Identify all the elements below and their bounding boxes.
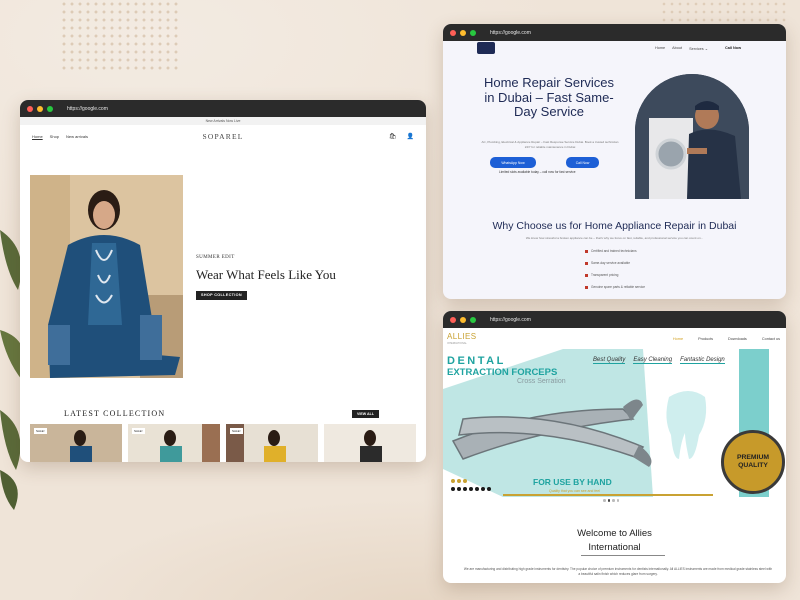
close-window-button[interactable]	[27, 105, 33, 112]
feature-label: Best Quality	[593, 357, 626, 364]
check-icon	[585, 273, 588, 277]
address-bar[interactable]: https://google.com	[67, 106, 108, 112]
banner-title-dental: DENTAL	[447, 355, 506, 367]
technician-image	[635, 74, 749, 199]
banner-quality-line: Quality that you can see and feel	[549, 489, 600, 493]
nav-link-home[interactable]: Home	[673, 337, 683, 341]
cart-icon[interactable]: 🛍	[389, 133, 397, 140]
nav-link-shop[interactable]: Shop	[50, 134, 59, 139]
premium-quality-badge: PREMIUM QUALITY	[721, 430, 785, 494]
nav-link-about[interactable]: About	[672, 46, 682, 51]
dot-pattern	[60, 0, 180, 70]
why-choose-subtitle: We know how stressful a broken appliance…	[525, 236, 704, 240]
hero-title: Wear What Feels Like You	[196, 267, 336, 282]
call-now-link[interactable]: Call Now	[725, 46, 741, 50]
maximize-window-button[interactable]	[470, 29, 476, 36]
hero-banner: DENTAL EXTRACTION FORCEPS Cross Serratio…	[443, 349, 786, 497]
heading-underline	[581, 555, 665, 556]
close-window-button[interactable]	[450, 316, 456, 323]
window-titlebar: https://google.com	[443, 311, 786, 328]
banner-title-forceps: EXTRACTION FORCEPS	[447, 367, 558, 378]
account-icon[interactable]: 👤	[407, 133, 414, 140]
browser-window-home-repair: https://google.com Home About Services ⌄…	[443, 24, 786, 299]
sale-badge: SALE!	[34, 428, 47, 434]
hero-text: SUMMER EDIT Wear What Feels Like You SHO…	[196, 255, 336, 301]
why-choose-title: Why Choose us for Home Appliance Repair …	[492, 220, 737, 232]
product-thumbnails: SALE! SALE! SALE!	[30, 424, 416, 462]
check-icon	[585, 249, 588, 253]
site-header: Home About Services ⌄ Call Now	[443, 41, 786, 55]
banner-features: Best Quality Easy Cleaning Fantastic Des…	[593, 357, 725, 364]
carousel-dot[interactable]	[612, 499, 615, 502]
nav-link-home[interactable]: Home	[32, 134, 43, 139]
nav-link-products[interactable]: Products	[698, 337, 713, 341]
minimize-window-button[interactable]	[460, 29, 466, 36]
site-logo[interactable]: SOPAREL	[202, 132, 243, 141]
hero-subtitle: AC, Plumbing, Electrical & Appliance Rep…	[481, 140, 619, 149]
check-icon	[585, 261, 588, 265]
close-window-button[interactable]	[450, 29, 456, 36]
product-card[interactable]	[324, 424, 416, 462]
window-titlebar: https://google.com	[20, 100, 426, 117]
site-logo[interactable]	[477, 42, 495, 54]
whatsapp-button[interactable]: WhatsApp Now	[490, 157, 536, 168]
site-logo[interactable]: ALLIES	[447, 332, 477, 341]
address-bar[interactable]: https://google.com	[490, 30, 531, 36]
feature-item: Genuine spare parts & reliable service	[585, 285, 645, 289]
sale-badge: SALE!	[132, 428, 145, 434]
nav-link-downloads[interactable]: Downloads	[728, 337, 747, 341]
address-bar[interactable]: https://google.com	[490, 317, 531, 323]
carousel-dot[interactable]	[603, 499, 606, 502]
minimize-window-button[interactable]	[460, 316, 466, 323]
call-now-button[interactable]: Call Now	[566, 157, 599, 168]
shop-collection-button[interactable]: SHOP COLLECTION	[196, 290, 247, 300]
site-logo-subtitle: INTERNATIONAL	[447, 342, 467, 345]
banner-for-use: FOR USE BY HAND	[533, 477, 612, 487]
product-card[interactable]: SALE!	[30, 424, 122, 462]
sale-badge: SALE!	[230, 428, 243, 434]
feature-item: Certified and trained technicians	[585, 249, 637, 253]
product-card[interactable]: SALE!	[128, 424, 220, 462]
feature-item: Transparent pricing	[585, 273, 618, 277]
nav-link-new-arrivals[interactable]: New arrivals	[66, 134, 88, 139]
window-titlebar: https://google.com	[443, 24, 786, 41]
site-header: ALLIES INTERNATIONAL Home Products Downl…	[443, 328, 786, 350]
nav-link-home[interactable]: Home	[655, 46, 665, 51]
maximize-window-button[interactable]	[47, 105, 53, 112]
check-icon	[585, 285, 588, 289]
hero-eyebrow: SUMMER EDIT	[196, 255, 235, 260]
browser-window-allies: https://google.com ALLIES INTERNATIONAL …	[443, 311, 786, 583]
urgency-note: Limited slots available today – call now…	[499, 170, 576, 174]
banner-subtitle: Cross Serration	[517, 378, 566, 385]
welcome-heading: Welcome to Allies International	[577, 528, 652, 553]
browser-window-soparel: https://google.com New Arrivals Now Live…	[20, 100, 426, 462]
carousel-dot[interactable]	[616, 499, 619, 502]
feature-label: Easy Cleaning	[633, 357, 673, 364]
site-header: Home Shop New arrivals SOPAREL 🛍 👤	[20, 125, 426, 147]
view-all-button[interactable]: VIEW ALL	[352, 410, 380, 418]
carousel-dot[interactable]	[607, 499, 610, 502]
minimize-window-button[interactable]	[37, 105, 43, 112]
welcome-body: We are manufacturing and distributing hi…	[463, 567, 773, 576]
latest-collection-title: LATEST COLLECTION	[64, 409, 166, 418]
product-card[interactable]: SALE!	[226, 424, 318, 462]
feature-item: Same-day service available	[585, 261, 630, 265]
carousel-pager	[603, 499, 619, 502]
nav-link-contact[interactable]: Contact us	[762, 337, 780, 341]
maximize-window-button[interactable]	[470, 316, 476, 323]
feature-label: Fantastic Design	[680, 357, 725, 364]
hero-image	[30, 175, 183, 378]
announcement-bar: New Arrivals Now Live	[20, 117, 426, 125]
nav-link-services[interactable]: Services ⌄	[689, 46, 708, 51]
hero-title: Home Repair Services in Dubai – Fast Sam…	[483, 75, 615, 119]
